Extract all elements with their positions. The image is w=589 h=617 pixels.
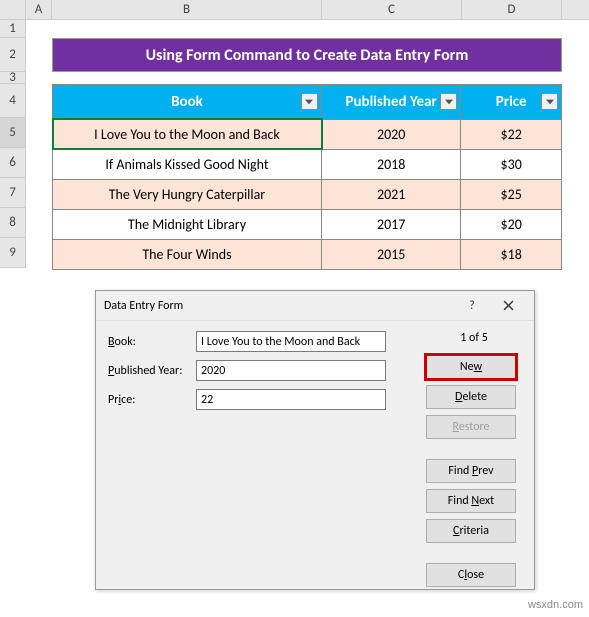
row-header-3[interactable]: 3 [0,72,26,84]
cell-price[interactable]: $25 [461,179,561,209]
header-book-label: Book [171,93,203,111]
header-price[interactable]: Price [461,85,561,119]
row-header-1[interactable]: 1 [0,20,26,38]
cell-year[interactable]: 2021 [322,179,461,209]
field-book: Book: [108,331,414,352]
cell-book[interactable]: The Very Hungry Caterpillar [53,179,322,209]
filter-icon[interactable] [541,93,558,110]
column-headers: A B C D [0,0,589,20]
title-banner: Using Form Command to Create Data Entry … [52,38,562,72]
row-header-6[interactable]: 6 [0,148,26,178]
label-year: Published Year: [108,364,196,378]
delete-button[interactable]: Delete [426,385,516,409]
restore-button[interactable]: Restore [426,415,516,439]
dialog-title: Data Entry Form [104,299,454,313]
header-year[interactable]: Published Year [322,85,461,119]
dialog-fields: Book: Published Year: Price: [108,331,414,593]
header-price-label: Price [496,93,527,111]
field-price: Price: [108,389,414,410]
table-row[interactable]: I Love You to the Moon and Back 2020 $22 [53,119,561,149]
find-next-button[interactable]: Find Next [426,489,516,513]
criteria-button[interactable]: Criteria [426,519,516,543]
cell-price[interactable]: $22 [461,119,561,149]
label-book: Book: [108,335,196,349]
grid-area[interactable]: Using Form Command to Create Data Entry … [26,20,589,268]
row-header-5[interactable]: 5 [0,118,26,148]
label-price: Price: [108,393,196,407]
cell-price[interactable]: $30 [461,149,561,179]
col-header-c[interactable]: C [322,0,462,19]
dialog-body: Book: Published Year: Price: 1 of 5 New … [96,321,534,603]
cell-year[interactable]: 2018 [322,149,461,179]
input-year[interactable] [196,360,386,381]
data-table: Book Published Year Price I Love You to … [52,84,562,270]
row-header-8[interactable]: 8 [0,208,26,238]
table-row[interactable]: If Animals Kissed Good Night 2018 $30 [53,149,561,179]
cell-book[interactable]: I Love You to the Moon and Back [53,119,322,149]
watermark: wsxdn.com [528,599,583,611]
col-header-d[interactable]: D [462,0,562,19]
dialog-titlebar[interactable]: Data Entry Form ? [96,291,534,321]
dialog-sidebar: 1 of 5 New Delete Restore Find Prev Find… [426,331,522,593]
cell-book[interactable]: The Four Winds [53,239,322,269]
row-headers: 1 2 3 4 5 6 7 8 9 [0,20,26,268]
row-header-7[interactable]: 7 [0,178,26,208]
table-row[interactable]: The Four Winds 2015 $18 [53,239,561,269]
cell-year[interactable]: 2020 [322,119,461,149]
find-prev-button[interactable]: Find Prev [426,459,516,483]
cell-year[interactable]: 2015 [322,239,461,269]
input-price[interactable] [196,389,386,410]
input-book[interactable] [196,331,386,352]
select-all-corner[interactable] [0,0,26,19]
header-year-label: Published Year [345,93,436,111]
table-row[interactable]: The Midnight Library 2017 $20 [53,209,561,239]
data-entry-dialog: Data Entry Form ? Book: Published Year: … [95,290,535,590]
table-header: Book Published Year Price [53,85,561,119]
cell-year[interactable]: 2017 [322,209,461,239]
cell-price[interactable]: $18 [461,239,561,269]
table-row[interactable]: The Very Hungry Caterpillar 2021 $25 [53,179,561,209]
filter-icon[interactable] [301,93,318,110]
col-header-a[interactable]: A [26,0,52,19]
row-header-4[interactable]: 4 [0,84,26,118]
cell-book[interactable]: If Animals Kissed Good Night [53,149,322,179]
field-year: Published Year: [108,360,414,381]
close-button[interactable]: Close [426,563,516,587]
row-header-9[interactable]: 9 [0,238,26,268]
cell-price[interactable]: $20 [461,209,561,239]
spreadsheet: A B C D 1 2 3 4 5 6 7 8 9 Using Form Com… [0,0,589,617]
cell-book[interactable]: The Midnight Library [53,209,322,239]
help-button[interactable]: ? [454,292,490,320]
close-icon[interactable] [490,292,526,320]
col-header-b[interactable]: B [52,0,322,19]
row-header-2[interactable]: 2 [0,38,26,72]
record-counter: 1 of 5 [426,331,522,345]
header-book[interactable]: Book [53,85,322,119]
filter-icon[interactable] [440,93,457,110]
new-button[interactable]: New [426,355,516,379]
